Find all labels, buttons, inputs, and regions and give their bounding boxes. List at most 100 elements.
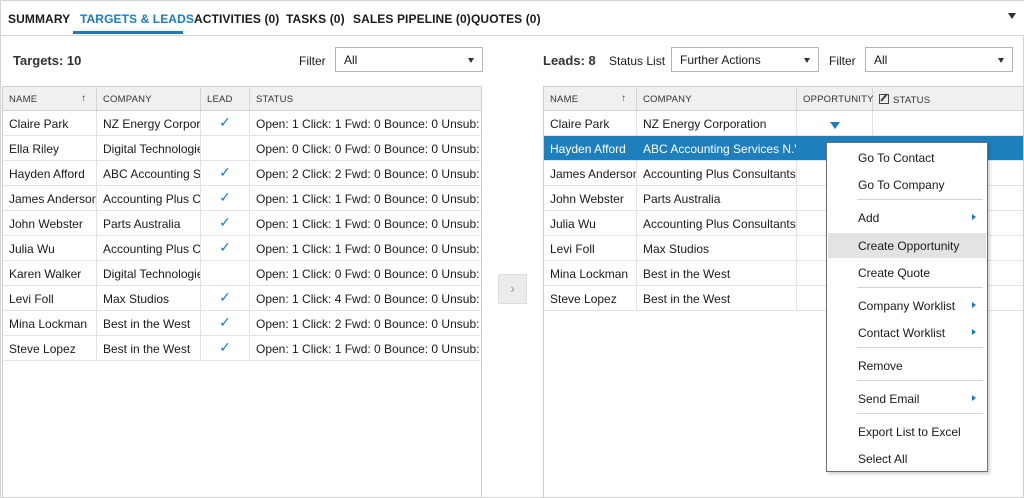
column-header-name[interactable]: NAME ↑ — [544, 87, 637, 111]
cell-name: John Webster — [544, 186, 637, 210]
sort-ascending-icon: ↑ — [621, 93, 627, 104]
cell-name: Julia Wu — [544, 211, 637, 235]
table-row[interactable]: John Webster Parts Australia ✓ Open: 1 Clic… — [3, 211, 481, 236]
menu-item-label: Go To Contact — [858, 151, 935, 165]
menu-separator — [857, 199, 983, 200]
cell-company: Digital Technologies — [97, 261, 201, 285]
cell-name: Julia Wu — [3, 236, 97, 260]
menu-item-contact-worklist[interactable]: Contact Worklist — [828, 320, 986, 345]
menu-item-label: Export List to Excel — [858, 425, 961, 439]
table-row[interactable]: Levi Foll Max Studios ✓ Open: 1 Click: 4 Fw… — [3, 286, 481, 311]
menu-item-company-worklist[interactable]: Company Worklist — [828, 293, 986, 318]
menu-item-label: Create Quote — [858, 266, 931, 280]
table-row[interactable]: Hayden AffordABC Accounting Services ✓ Ope… — [3, 161, 481, 186]
menu-item-select-all[interactable]: Select All — [828, 446, 986, 471]
cell-status: Open: 1 Click: 1 Fwd: 0 Bounce: 0 Unsub:… — [256, 242, 481, 256]
menu-item-go-to-company[interactable]: Go To Company — [828, 172, 986, 197]
table-row[interactable]: Ella Riley Digital Technologies Open: 0 Cl… — [3, 136, 481, 161]
cell-name: Hayden Afford — [544, 136, 637, 160]
leads-title: Leads: 8 — [543, 53, 596, 68]
column-header-status[interactable]: STATUS — [873, 87, 1023, 111]
column-header-opportunity[interactable]: OPPORTUNITY — [797, 87, 873, 111]
status-list-value: Further Actions — [680, 53, 761, 67]
cell-lead: ✓ — [201, 336, 250, 360]
tab-sales-pipeline[interactable]: SALES PIPELINE (0) — [353, 12, 471, 26]
cell-company: Max Studios — [97, 286, 201, 310]
cell-company: Parts Australia — [97, 211, 201, 235]
cell-name: Steve Lopez — [3, 336, 97, 360]
submenu-arrow-icon — [972, 302, 976, 308]
leads-filter-value: All — [874, 53, 888, 67]
table-row[interactable]: Julia WuAccounting Plus Consultants ✓ Open… — [3, 236, 481, 261]
tab-summary[interactable]: SUMMARY — [8, 12, 70, 26]
cell-lead — [201, 261, 250, 285]
menu-item-add[interactable]: Add — [828, 205, 986, 230]
move-to-leads-button[interactable]: › — [498, 274, 527, 304]
menu-separator — [857, 347, 983, 348]
cell-company: Accounting Plus Consultants — [637, 161, 797, 185]
menu-item-remove[interactable]: Remove — [828, 353, 986, 378]
checkmark-icon: ✓ — [219, 164, 231, 180]
menu-item-label: Go To Company — [858, 178, 945, 192]
cell-company: Best in the West — [97, 311, 201, 335]
table-row[interactable]: Karen Walker Digital Technologies Open: 1 … — [3, 261, 481, 286]
targets-title: Targets: 10 — [13, 53, 82, 68]
column-header-company[interactable]: COMPANY — [97, 87, 201, 111]
status-list-label: Status List — [609, 54, 666, 68]
submenu-arrow-icon — [972, 214, 976, 220]
table-row[interactable]: James AndersonAccounting Plus Consultant… — [3, 186, 481, 211]
menu-item-create-quote[interactable]: Create Quote — [828, 260, 986, 285]
tab-activities[interactable]: ACTIVITIES (0) — [194, 12, 279, 26]
menu-item-create-opportunity[interactable]: Create Opportunity — [828, 233, 986, 258]
caret-down-icon — [998, 58, 1004, 63]
cell-status: Open: 1 Click: 1 Fwd: 0 Bounce: 0 Unsub:… — [256, 192, 481, 206]
tab-targets-leads[interactable]: TARGETS & LEADS — [80, 12, 194, 26]
menu-item-label: Contact Worklist — [858, 326, 946, 340]
cell-name: Claire Park — [544, 111, 637, 135]
menu-item-label: Create Opportunity — [858, 239, 960, 253]
leads-filter-select[interactable]: All — [865, 47, 1013, 72]
cell-company: ABC Accounting Services N.V — [637, 136, 797, 160]
chevron-down-icon[interactable] — [1008, 13, 1016, 19]
cell-company: NZ Energy Corporation — [637, 111, 797, 135]
record-frame: SUMMARY TARGETS & LEADS ACTIVITIES (0) T… — [0, 0, 1024, 498]
chevron-right-icon: › — [510, 280, 515, 296]
checkmark-icon: ✓ — [219, 339, 231, 355]
cell-name: Hayden Afford — [3, 161, 97, 185]
cell-name: Levi Foll — [3, 286, 97, 310]
table-row[interactable]: Steve Lopez Best in the West ✓ Open: 1 Clic… — [3, 336, 481, 361]
checkmark-icon: ✓ — [219, 314, 231, 330]
cell-company: Accounting Plus Consultants — [637, 211, 797, 235]
cell-name: Mina Lockman — [544, 261, 637, 285]
column-header-name[interactable]: NAME ↑ — [3, 87, 97, 111]
menu-item-label: Send Email — [858, 392, 920, 406]
checkmark-icon: ✓ — [219, 189, 231, 205]
status-list-select[interactable]: Further Actions — [671, 47, 819, 72]
tab-tasks[interactable]: TASKS (0) — [286, 12, 345, 26]
table-row[interactable]: Claire Park NZ Energy Corporation — [544, 111, 1023, 136]
cell-company: Best in the West — [97, 336, 201, 360]
targets-filter-select[interactable]: All — [335, 47, 483, 72]
cell-name: James Anderson — [3, 186, 97, 210]
cell-status: Open: 0 Click: 0 Fwd: 0 Bounce: 0 Unsub:… — [256, 142, 481, 156]
table-row[interactable]: Mina Lockman Best in the West ✓ Open: 1 Cli… — [3, 311, 481, 336]
tab-quotes[interactable]: QUOTES (0) — [471, 12, 541, 26]
column-header-status[interactable]: STATUS — [250, 87, 481, 111]
cell-status: Open: 1 Click: 1 Fwd: 0 Bounce: 0 Unsub:… — [256, 342, 481, 356]
cell-company: Best in the West — [637, 261, 797, 285]
menu-item-label: Company Worklist — [858, 299, 956, 313]
menu-item-go-to-contact[interactable]: Go To Contact — [828, 145, 986, 170]
cell-name: Ella Riley — [3, 136, 97, 160]
menu-item-export-list-to-excel[interactable]: Export List to Excel — [828, 419, 986, 444]
column-header-lead[interactable]: LEAD — [201, 87, 250, 111]
leads-grid-header: NAME ↑ COMPANY OPPORTUNITY STATUS — [544, 87, 1023, 111]
context-menu: Go To Contact Go To Company Add Create Oppo… — [826, 142, 988, 472]
column-header-company[interactable]: COMPANY — [637, 87, 797, 111]
cell-name: Karen Walker — [3, 261, 97, 285]
cell-lead: ✓ — [201, 211, 250, 235]
edit-icon — [879, 93, 889, 104]
cell-status: Open: 1 Click: 2 Fwd: 0 Bounce: 0 Unsub:… — [256, 317, 481, 331]
menu-item-send-email[interactable]: Send Email — [828, 386, 986, 411]
active-tab-indicator — [73, 31, 183, 34]
table-row[interactable]: Claire ParkNZ Energy Corporation ✓ Open: 1… — [3, 111, 481, 136]
